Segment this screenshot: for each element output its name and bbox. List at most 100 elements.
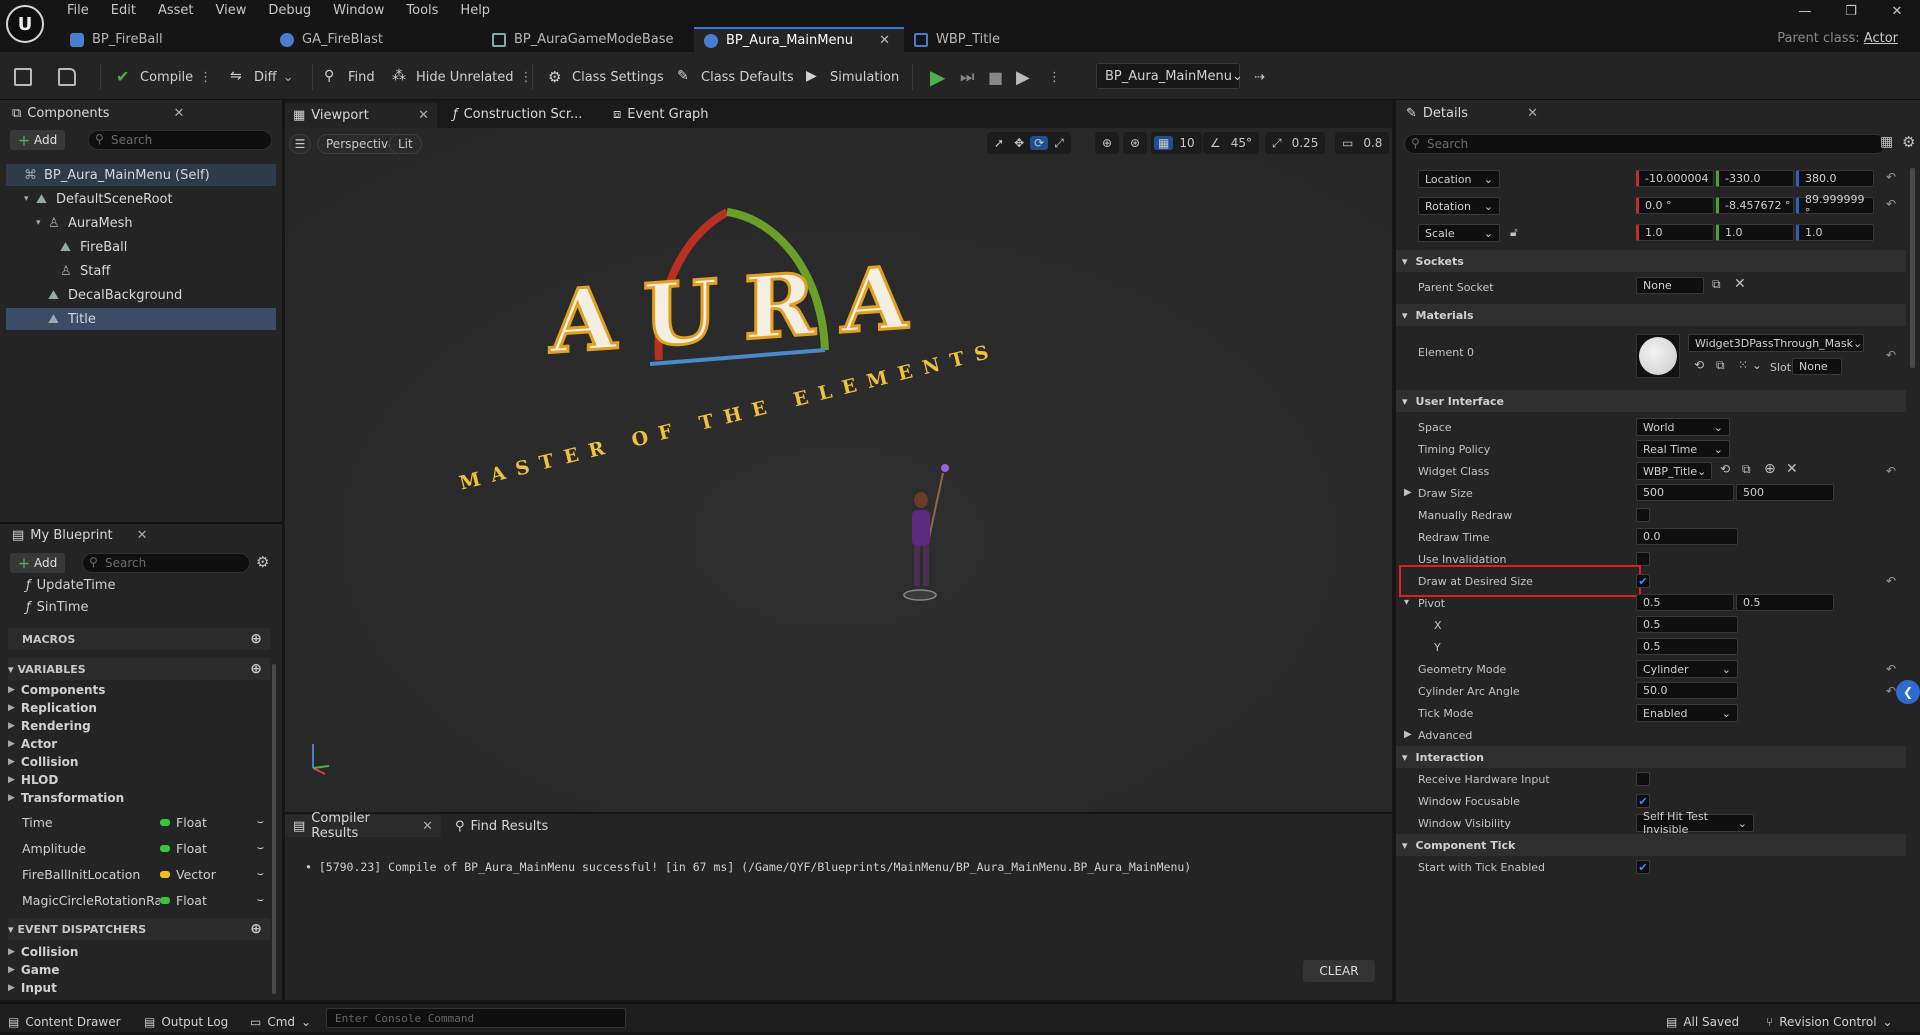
material-browse-icon[interactable]: ⧉ — [1716, 358, 1725, 373]
redraw-time-field[interactable]: 0.0 — [1636, 528, 1738, 545]
rotation-select[interactable]: Rotation ⌄ — [1418, 197, 1500, 215]
slot-field[interactable]: None — [1792, 358, 1842, 375]
macros-section[interactable]: MACROS ⊕ — [8, 628, 270, 650]
rotation-y-field[interactable]: -8.457672 ° — [1716, 197, 1794, 214]
event-dispatcher-category[interactable]: ▶ Game — [8, 961, 60, 979]
content-drawer-button[interactable]: ▤ Content Drawer — [8, 1009, 121, 1035]
tab-wbp-title[interactable]: WBP_Title — [904, 27, 1044, 52]
close-icon[interactable]: ✕ — [137, 528, 148, 543]
all-saved-button[interactable]: ▤ All Saved — [1666, 1009, 1739, 1035]
add-circle-icon[interactable]: ⊕ — [250, 631, 262, 647]
scale-z-field[interactable]: 1.0 — [1796, 224, 1874, 241]
widget-browse-icon[interactable]: ⧉ — [1742, 462, 1751, 477]
event-dispatcher-category[interactable]: ▶ Collision — [8, 943, 78, 961]
menu-debug[interactable]: Debug — [257, 0, 322, 22]
start-with-tick-enabled-checkbox[interactable]: ✔ — [1636, 860, 1650, 874]
draw-size-y-field[interactable]: 500 — [1736, 484, 1834, 501]
scale-y-field[interactable]: 1.0 — [1716, 224, 1794, 241]
window-visibility-select[interactable]: Self Hit Test Invisible ⌄ — [1636, 810, 1754, 836]
play-options-icon[interactable]: ⋮ — [1048, 64, 1061, 90]
space-select[interactable]: World ⌄ — [1636, 418, 1730, 436]
advanced-label[interactable]: Advanced — [1418, 729, 1472, 742]
close-icon[interactable]: ✕ — [879, 33, 890, 48]
pivot-y-sub-field[interactable]: 0.5 — [1636, 638, 1738, 655]
variable-item[interactable]: Amplitude Float ⌣ — [8, 837, 270, 859]
receive-hardware-input-checkbox[interactable] — [1636, 772, 1650, 786]
reset-icon[interactable]: ↶ — [1886, 170, 1896, 184]
tick-mode-select[interactable]: Enabled ⌄ — [1636, 704, 1738, 722]
close-icon[interactable]: ✕ — [174, 106, 185, 121]
location-x-field[interactable]: -10.000004 — [1636, 170, 1714, 187]
tab-details[interactable]: ✎ Details ✕ — [1398, 102, 1546, 124]
component-tree-item[interactable]: ⌘ BP_Aura_MainMenu (Self) — [6, 164, 276, 186]
component-tree-item[interactable]: ⛰ Title — [6, 308, 276, 330]
debug-browse-icon[interactable]: ⇢ — [1254, 64, 1265, 90]
function-item[interactable]: ƒ SinTime — [26, 596, 288, 618]
tab-ga-fireblast[interactable]: GA_FireBlast — [270, 27, 482, 52]
event-dispatcher-category[interactable]: ▶ Input — [8, 979, 57, 997]
grid-snap-control[interactable]: ▦ 10 — [1151, 132, 1202, 154]
scale-select[interactable]: Scale ⌄ — [1418, 224, 1500, 242]
component-tick-section[interactable]: ▾ Component Tick — [1396, 834, 1906, 856]
close-icon[interactable]: ✕ — [1527, 106, 1538, 121]
variable-category[interactable]: ▶ Components — [8, 681, 105, 699]
manually-redraw-checkbox[interactable] — [1636, 508, 1650, 522]
visibility-eye-icon[interactable]: ⌣ — [257, 815, 264, 829]
add-circle-icon[interactable]: ⊕ — [250, 661, 262, 677]
reset-icon[interactable]: ↶ — [1886, 662, 1896, 676]
geometry-mode-select[interactable]: Cylinder ⌄ — [1636, 660, 1738, 678]
add-circle-icon[interactable]: ⊕ — [250, 921, 262, 937]
menu-file[interactable]: File — [56, 0, 100, 22]
tab-construction-script[interactable]: ƒ Construction Scr... — [445, 103, 590, 125]
add-member-button[interactable]: ＋ Add — [10, 553, 66, 573]
expand-arrow-icon[interactable]: ▶ — [1404, 729, 1412, 740]
expand-arrow-icon[interactable]: ▾ — [36, 218, 48, 228]
material-options-icon[interactable]: ⁙ ⌄ — [1738, 358, 1762, 372]
pivot-y-field[interactable]: 0.5 — [1736, 594, 1834, 611]
tab-viewport[interactable]: ▦ Viewport ✕ — [285, 103, 437, 128]
location-select[interactable]: Location ⌄ — [1418, 170, 1500, 188]
eject-icon[interactable]: ▶ — [1016, 64, 1030, 90]
viewport-menu-icon[interactable]: ☰ — [289, 134, 311, 154]
event-dispatchers-section[interactable]: ▾ EVENT DISPATCHERS ⊕ — [8, 918, 270, 940]
component-tree-item[interactable]: ⛰ FireBall — [6, 236, 276, 258]
component-tree-item[interactable]: ♙ Staff — [6, 260, 276, 282]
variable-item[interactable]: FireBallInitLocation Vector ⌣ — [8, 863, 270, 885]
variable-category[interactable]: ▶ Rendering — [8, 717, 91, 735]
close-icon[interactable]: ✕ — [418, 108, 429, 123]
sockets-section[interactable]: ▾ Sockets — [1396, 250, 1906, 272]
coordinate-space-icon[interactable]: ⊕ — [1095, 132, 1120, 154]
tab-components[interactable]: ⧉ Components ✕ — [4, 102, 192, 124]
details-scrollbar[interactable] — [1910, 168, 1915, 368]
widget-class-select[interactable]: WBP_Title ⌄ — [1636, 462, 1712, 480]
expand-arrow-icon[interactable]: ▾ — [1404, 597, 1409, 608]
rotate-icon[interactable]: ⟳ — [1030, 136, 1049, 150]
hide-unrelated-button[interactable]: ⁂ Hide Unrelated ⋮ — [392, 64, 533, 90]
class-defaults-button[interactable]: ✎ Class Defaults — [677, 64, 794, 90]
step-icon[interactable]: ⏭ — [960, 64, 974, 90]
save-icon[interactable] — [14, 64, 32, 90]
unreal-logo-icon[interactable]: U — [6, 5, 44, 43]
my-blueprint-search-input[interactable]: ⚲ Search — [82, 553, 250, 573]
lit-button[interactable]: Lit — [389, 134, 422, 154]
table-view-icon[interactable]: ▦ — [1880, 134, 1893, 150]
reset-icon[interactable]: ↶ — [1886, 574, 1896, 588]
location-z-field[interactable]: 380.0 — [1796, 170, 1874, 187]
tab-bp-aura-mainmenu[interactable]: BP_Aura_MainMenu ✕ — [694, 27, 904, 52]
user-interface-section[interactable]: ▾ User Interface — [1396, 390, 1906, 412]
settings-gear-icon[interactable]: ⚙ — [256, 553, 269, 571]
use-invalidation-checkbox[interactable] — [1636, 552, 1650, 566]
stop-icon[interactable]: ■ — [988, 64, 1003, 90]
scale-x-field[interactable]: 1.0 — [1636, 224, 1714, 241]
components-search-input[interactable]: ⚲ Search — [88, 130, 272, 150]
variable-category[interactable]: ▶ Transformation — [8, 789, 124, 807]
pivot-x-sub-field[interactable]: 0.5 — [1636, 616, 1738, 633]
widget-clear-icon[interactable]: ✕ — [1786, 461, 1798, 477]
variable-item[interactable]: MagicCircleRotationRa Float ⌣ — [8, 889, 270, 911]
camera-speed-control[interactable]: ▭ 0.8 — [1335, 132, 1390, 154]
component-tree-item[interactable]: ▾ ⛰ DefaultSceneRoot — [6, 188, 276, 210]
tab-bp-auragamemodebase[interactable]: BP_AuraGameModeBase — [482, 27, 694, 52]
clear-button[interactable]: CLEAR — [1303, 960, 1375, 982]
tab-find-results[interactable]: ⚲ Find Results — [447, 815, 556, 837]
tab-my-blueprint[interactable]: ▤ My Blueprint ✕ — [4, 524, 156, 546]
